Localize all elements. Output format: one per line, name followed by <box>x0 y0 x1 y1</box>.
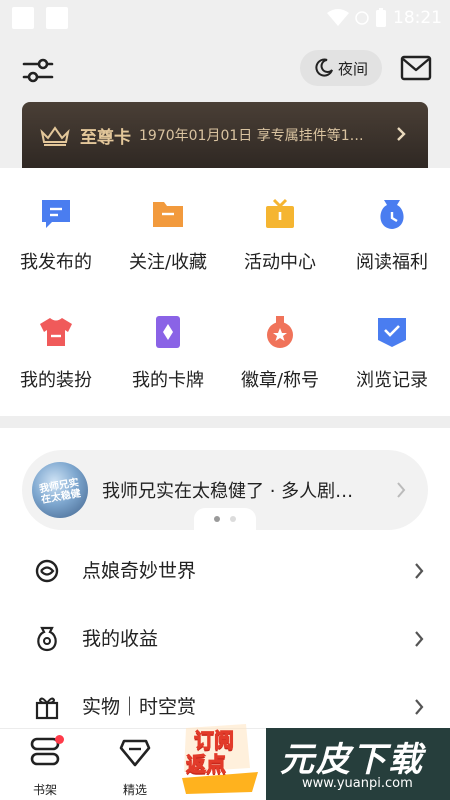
watermark-text: 元皮下载 <box>280 740 424 780</box>
messages-button[interactable] <box>400 54 432 82</box>
clock-bag-icon <box>380 200 404 229</box>
sliders-icon <box>22 58 54 83</box>
message-icon <box>42 200 70 228</box>
carousel-dot <box>230 516 236 522</box>
no-sim-icon <box>355 11 369 25</box>
profile-header: 夜间 至尊卡 1970年01月01日 享专属挂件等1… <box>0 36 450 168</box>
menu-item-wonder-world[interactable]: 点娘奇妙世界 <box>0 536 450 604</box>
card-icon <box>156 316 180 348</box>
vip-title: 至尊卡 <box>80 127 131 148</box>
settings-button[interactable] <box>22 56 54 86</box>
grid-item-history[interactable]: 浏览记录 <box>336 314 448 392</box>
grid-item-label: 我的装扮 <box>20 370 92 391</box>
site-watermark: 元皮下载 www.yuanpi.com <box>266 728 450 800</box>
grid-item-label: 浏览记录 <box>356 370 428 391</box>
notification-icon <box>12 7 34 29</box>
subscription-rebate-badge[interactable]: 订阅 返点 <box>176 722 264 796</box>
feature-grid: 我发布的 关注/收藏 活动中心 阅读福利 我的装扮 我的卡牌 徽章/称号 浏览记… <box>0 168 450 416</box>
vip-card[interactable]: 至尊卡 1970年01月01日 享专属挂件等1… <box>22 102 428 168</box>
chevron-right-icon <box>397 482 406 498</box>
status-icons: 18:21 <box>327 6 442 30</box>
grid-item-label: 关注/收藏 <box>128 252 208 273</box>
chevron-right-icon <box>397 127 406 141</box>
grid-item-label: 活动中心 <box>244 252 316 273</box>
history-icon <box>378 318 406 347</box>
watermark-url: www.yuanpi.com <box>302 776 413 791</box>
promo-line2: 返点 <box>186 752 227 777</box>
wifi-icon <box>327 9 349 26</box>
grid-item-label: 我发布的 <box>20 252 92 273</box>
tab-label: 书架 <box>32 783 57 797</box>
carousel-indicator <box>194 508 256 530</box>
battery-icon <box>376 8 386 27</box>
medal-icon <box>267 316 293 348</box>
book-cover: 我师兄实在太稳健 <box>32 462 88 518</box>
bookshelf-icon-wrap <box>28 735 64 769</box>
tab-bookshelf[interactable]: 书架 <box>10 735 80 798</box>
section-divider <box>0 416 450 428</box>
crown-icon <box>40 126 70 146</box>
carousel-dot-active <box>214 516 220 522</box>
grid-item-label: 阅读福利 <box>356 252 428 273</box>
moon-icon <box>315 58 333 77</box>
grid-item-badges[interactable]: 徽章/称号 <box>224 314 336 392</box>
income-icon <box>37 626 57 652</box>
tab-featured[interactable]: 精选 <box>100 735 170 798</box>
night-mode-button[interactable]: 夜间 <box>300 50 382 86</box>
folder-icon <box>153 202 183 227</box>
book-cover-text: 我师兄实在太稳健 <box>38 477 82 507</box>
unread-badge <box>55 735 64 744</box>
grid-item-my-posts[interactable]: 我发布的 <box>0 196 112 274</box>
grid-item-my-outfits[interactable]: 我的装扮 <box>0 314 112 392</box>
night-mode-label: 夜间 <box>337 59 368 78</box>
banner-title: 我师兄实在太稳健了 · 多人剧… <box>102 481 354 502</box>
gift-box-icon <box>35 697 59 720</box>
diamond-icon <box>119 739 151 767</box>
vip-description: 1970年01月01日 享专属挂件等1… <box>139 128 364 144</box>
notification-icon <box>46 7 68 29</box>
menu-item-label: 点娘奇妙世界 <box>82 560 197 582</box>
grid-item-activity-center[interactable]: 活动中心 <box>224 196 336 274</box>
chevron-right-icon <box>415 563 424 579</box>
menu-item-label: 我的收益 <box>82 628 159 650</box>
grid-item-my-cards[interactable]: 我的卡牌 <box>112 314 224 392</box>
tab-label: 精选 <box>122 783 147 797</box>
status-time: 18:21 <box>393 8 442 28</box>
diamond-icon-wrap <box>118 735 152 769</box>
tshirt-icon <box>40 318 72 346</box>
mail-icon <box>400 55 432 81</box>
gift-icon <box>266 198 294 228</box>
status-bar: 18:21 <box>0 0 450 36</box>
chevron-right-icon <box>415 699 424 715</box>
chevron-right-icon <box>415 631 424 647</box>
grid-item-favorites[interactable]: 关注/收藏 <box>112 196 224 274</box>
menu-item-my-income[interactable]: 我的收益 <box>0 604 450 672</box>
menu-item-label: 实物｜时空赏 <box>82 696 197 718</box>
grid-item-label: 徽章/称号 <box>240 370 320 391</box>
grid-item-label: 我的卡牌 <box>132 370 204 391</box>
grid-item-reading-benefits[interactable]: 阅读福利 <box>336 196 448 274</box>
world-icon <box>35 559 59 583</box>
